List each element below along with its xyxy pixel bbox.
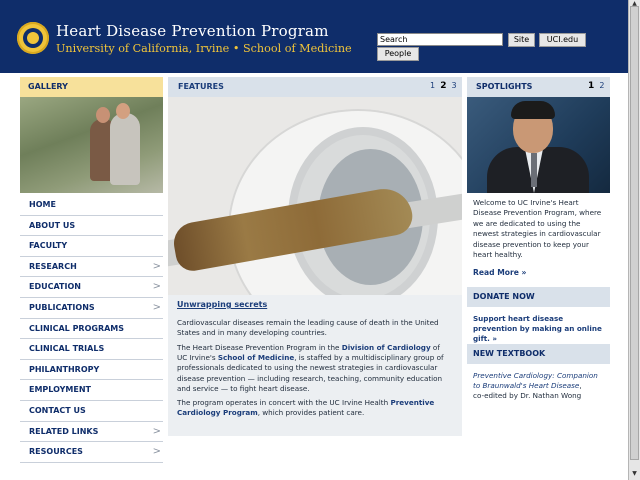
nav-item-label: EDUCATION [29,282,81,292]
features-page-2[interactable]: 2 [440,81,446,91]
textbook-heading: NEW TEXTBOOK [467,344,610,364]
features-heading: FEATURES [168,77,462,97]
nav-item-clinical-trials[interactable]: CLINICAL TRIALS [20,339,163,360]
nav-item-label: CLINICAL TRIALS [29,344,105,354]
page-scrollbar[interactable]: ▲ ▼ [628,0,640,480]
features-page-1[interactable]: 1 [430,81,435,90]
people-search-button[interactable]: People [377,47,419,61]
spotlights-page-2[interactable]: 2 [599,81,604,90]
nav-item-about-us[interactable]: ABOUT US [20,216,163,237]
main-nav: HOME ABOUT US FACULTY RESEARCH > EDUCATIO… [20,195,163,463]
site-title[interactable]: Heart Disease Prevention Program [56,22,329,40]
uci-seal-logo[interactable] [17,22,49,54]
nav-item-label: PUBLICATIONS [29,302,95,312]
spotlights-page-1[interactable]: 1 [588,81,594,91]
nav-item-label: CONTACT US [29,405,86,415]
nav-item-label: RELATED LINKS [29,426,99,436]
scroll-down-icon[interactable]: ▼ [630,470,639,478]
nav-item-label: RESOURCES [29,447,83,457]
nav-item-clinical-programs[interactable]: CLINICAL PROGRAMS [20,319,163,340]
nav-item-related-links[interactable]: RELATED LINKS > [20,422,163,443]
nav-item-label: CLINICAL PROGRAMS [29,323,125,333]
nav-item-faculty[interactable]: FACULTY [20,236,163,257]
feature-paragraph-2: The Heart Disease Prevention Program in … [177,343,444,393]
nav-item-research[interactable]: RESEARCH > [20,257,163,278]
feature-story-link[interactable]: Unwrapping secrets [177,300,267,309]
gallery-heading[interactable]: GALLERY [20,77,163,97]
uci-search-button[interactable]: UCI.edu [539,33,586,47]
nav-item-label: FACULTY [29,241,68,251]
spotlights-pager: 1 2 [588,81,604,91]
read-more-link[interactable]: Read More » [473,268,526,277]
chevron-right-icon: > [152,260,161,272]
nav-item-label: ABOUT US [29,220,76,230]
site-header: Heart Disease Prevention Program Univers… [0,0,640,73]
nav-item-resources[interactable]: RESOURCES > [20,442,163,463]
feature-paragraph-3: The program operates in concert with the… [177,398,435,418]
site-subtitle[interactable]: University of California, Irvine • Schoo… [56,42,352,56]
nav-item-employment[interactable]: EMPLOYMENT [20,380,163,401]
nav-item-label: EMPLOYMENT [29,385,91,395]
textbook-editor: co-edited by Dr. Nathan Wong [473,391,582,401]
nav-item-home[interactable]: HOME [20,195,163,216]
gallery-photo[interactable] [20,97,163,193]
site-search-button[interactable]: Site [508,33,535,47]
chevron-right-icon: > [152,425,161,437]
chevron-right-icon: > [152,446,161,458]
division-of-cardiology-link[interactable]: Division of Cardiology [342,343,431,352]
spotlight-text: Welcome to UC Irvine's Heart Disease Pre… [473,198,602,260]
nav-item-publications[interactable]: PUBLICATIONS > [20,298,163,319]
nav-item-label: RESEARCH [29,261,77,271]
school-of-medicine-link[interactable]: School of Medicine [218,353,294,362]
chevron-right-icon: > [152,301,161,313]
search-input[interactable] [377,33,503,46]
features-page-3[interactable]: 3 [452,81,457,90]
features-pager: 1 2 3 [430,81,457,91]
donate-heading[interactable]: DONATE NOW [467,287,610,307]
nav-item-contact-us[interactable]: CONTACT US [20,401,163,422]
textbook-text: Preventive Cardiology: Companion to Brau… [473,371,598,401]
nav-item-label: HOME [29,200,56,209]
nav-item-label: PHILANTHROPY [29,364,100,374]
nav-item-philanthropy[interactable]: PHILANTHROPY [20,360,163,381]
spotlight-photo[interactable] [467,97,610,193]
chevron-right-icon: > [152,281,161,293]
nav-item-education[interactable]: EDUCATION > [20,277,163,298]
feature-photo[interactable] [168,97,462,295]
feature-paragraph-1: Cardiovascular diseases remain the leadi… [177,318,439,338]
scrollbar-thumb[interactable] [630,6,639,460]
donate-link[interactable]: Support heart disease prevention by maki… [473,314,607,345]
